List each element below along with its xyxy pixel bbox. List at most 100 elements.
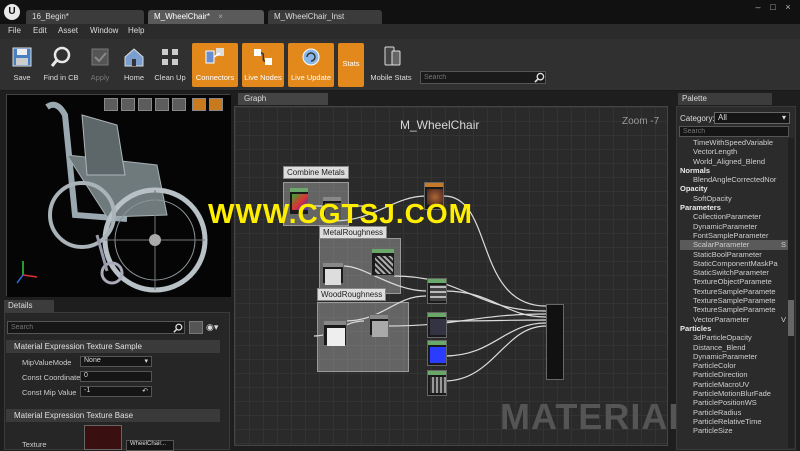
palette-item[interactable]: FontSampleParameter	[680, 231, 788, 240]
texture-sample-node[interactable]	[427, 370, 447, 396]
window-close-icon[interactable]: ×	[782, 2, 794, 12]
palette-item[interactable]: StaticComponentMaskPa	[680, 259, 788, 268]
palette-item[interactable]: TextureObjectParamete	[680, 277, 788, 286]
normal-map-node[interactable]	[427, 340, 447, 366]
palette-item[interactable]: ParticleSize	[680, 426, 788, 435]
palette-item[interactable]: ParticlePositionWS	[680, 398, 788, 407]
viewport-tool-realtime-icon[interactable]	[209, 98, 223, 111]
menu-window[interactable]: Window	[90, 26, 118, 35]
details-search-input[interactable]	[7, 321, 185, 334]
palette-item[interactable]: ParticleMotionBlurFade	[680, 389, 788, 398]
mip-value-mode-select[interactable]: None ▾	[80, 356, 152, 367]
palette-item[interactable]: ParticleColor	[680, 361, 788, 370]
palette-item[interactable]: TextureSampleParamete	[680, 287, 788, 296]
multiply-node[interactable]	[369, 314, 389, 337]
live-update-button[interactable]: Live Update	[288, 43, 334, 87]
palette-row-label: StaticBoolParameter	[693, 249, 762, 259]
connectors-button[interactable]: Connectors	[192, 43, 238, 87]
tab-m-wheelchair[interactable]: M_WheelChair* ×	[148, 10, 264, 24]
stats-button[interactable]: Stats	[338, 43, 364, 87]
menu-help[interactable]: Help	[128, 26, 144, 35]
palette-item[interactable]: World_Aligned_Blend	[680, 157, 788, 166]
search-icon[interactable]	[534, 72, 545, 83]
constant-node[interactable]	[323, 320, 347, 346]
palette-category[interactable]: Opacity	[680, 184, 788, 193]
palette-item[interactable]: ParticleDirection	[680, 370, 788, 379]
section-texture-sample[interactable]: Material Expression Texture Sample	[6, 340, 220, 353]
home-button[interactable]: Home	[120, 43, 148, 87]
toolbar-search-input[interactable]	[420, 71, 546, 84]
tab-m-wheelchair-inst[interactable]: M_WheelChair_Inst	[268, 10, 382, 24]
palette-row-label: ParticlePositionWS	[693, 398, 757, 408]
unreal-logo-icon[interactable]: U	[4, 4, 20, 20]
field-value: -1	[84, 387, 91, 394]
close-icon[interactable]: ×	[218, 12, 223, 21]
palette-item[interactable]: Distance_Blend	[680, 343, 788, 352]
palette-item[interactable]: StaticBoolParameter	[680, 250, 788, 259]
palette-item[interactable]: SoftOpacity	[680, 194, 788, 203]
viewport-tool-grid-icon[interactable]	[192, 98, 206, 111]
magnifier-icon	[50, 46, 71, 67]
menu-file[interactable]: File	[8, 26, 21, 35]
texture-thumbnail[interactable]	[84, 425, 122, 450]
save-button[interactable]: Save	[8, 43, 36, 87]
material-output-node[interactable]	[546, 304, 564, 380]
palette-item[interactable]: VectorParameter V	[680, 315, 788, 324]
grid-view-icon[interactable]	[189, 321, 203, 334]
viewport-tool-sphere-icon[interactable]	[121, 98, 135, 111]
section-texture-base[interactable]: Material Expression Texture Base	[6, 409, 220, 422]
connectors-icon	[205, 48, 224, 64]
viewport-tool-mesh-icon[interactable]	[172, 98, 186, 111]
palette-item[interactable]: TextureSampleParamete	[680, 305, 788, 314]
palette-item[interactable]: StaticSwitchParameter	[680, 268, 788, 277]
search-icon[interactable]	[173, 323, 183, 333]
palette-item[interactable]: TimeWithSpeedVariable	[680, 138, 788, 147]
eye-icon[interactable]: ◉▾	[206, 322, 222, 333]
texture-sample-node[interactable]	[427, 312, 447, 338]
viewport-tool-cube-icon[interactable]	[155, 98, 169, 111]
viewport-tool-plane-icon[interactable]	[138, 98, 152, 111]
reset-icon[interactable]: ↶	[142, 387, 148, 395]
clean-up-button[interactable]: Clean Up	[152, 43, 188, 87]
palette-scrollbar[interactable]	[788, 138, 794, 448]
menu-edit[interactable]: Edit	[33, 26, 47, 35]
palette-item[interactable]: 3dParticleOpacity	[680, 333, 788, 342]
palette-search-input[interactable]	[679, 126, 789, 137]
texture-sample-node[interactable]	[427, 278, 447, 304]
material-preview-viewport[interactable]	[6, 94, 231, 297]
menu-asset[interactable]: Asset	[58, 26, 78, 35]
details-tab[interactable]: Details	[4, 300, 54, 312]
palette-item[interactable]: BlendAngleCorrectedNor	[680, 175, 788, 184]
find-in-cb-button[interactable]: Find in CB	[40, 43, 82, 87]
palette-item[interactable]: DynamicParameter	[680, 352, 788, 361]
mobile-stats-button[interactable]: Mobile Stats	[368, 43, 414, 87]
palette-row-label: TextureObjectParamete	[693, 277, 772, 287]
palette-category[interactable]: Parameters	[680, 203, 788, 212]
constant-node[interactable]	[322, 262, 344, 285]
live-nodes-button[interactable]: Live Nodes	[242, 43, 284, 87]
palette-item[interactable]: ParticleRadius	[680, 408, 788, 417]
texture-asset-field[interactable]: WheelChair...	[126, 440, 174, 451]
palette-category[interactable]: Normals	[680, 166, 788, 175]
category-select[interactable]: All ▾	[714, 112, 790, 124]
home-label: Home	[123, 73, 144, 82]
texture-sample-node[interactable]	[371, 248, 395, 276]
palette-scrollbar-thumb[interactable]	[788, 300, 794, 336]
palette-item[interactable]: ScalarParameter S	[680, 240, 788, 250]
apply-button[interactable]: Apply	[86, 43, 114, 87]
const-coordinate-field[interactable]: 0	[80, 371, 152, 382]
palette-category[interactable]: Particles	[680, 324, 788, 333]
const-mip-value-field[interactable]: -1 ↶	[80, 386, 152, 397]
palette-item[interactable]: ParticleMacroUV	[680, 380, 788, 389]
palette-item[interactable]: CollectionParameter	[680, 212, 788, 221]
palette-tab[interactable]: Palette	[678, 93, 772, 105]
viewport-tool-cylinder-icon[interactable]	[104, 98, 118, 111]
palette-item[interactable]: VectorLength	[680, 147, 788, 156]
palette-item[interactable]: ParticleRelativeTime	[680, 417, 788, 426]
palette-item[interactable]: TextureSampleParamete	[680, 296, 788, 305]
minimize-icon[interactable]: –	[752, 2, 764, 12]
maximize-icon[interactable]: □	[767, 2, 779, 12]
palette-item[interactable]: DynamicParameter	[680, 222, 788, 231]
graph-tab[interactable]: Graph	[238, 93, 328, 105]
tab-16-begin[interactable]: 16_Begin*	[26, 10, 144, 24]
